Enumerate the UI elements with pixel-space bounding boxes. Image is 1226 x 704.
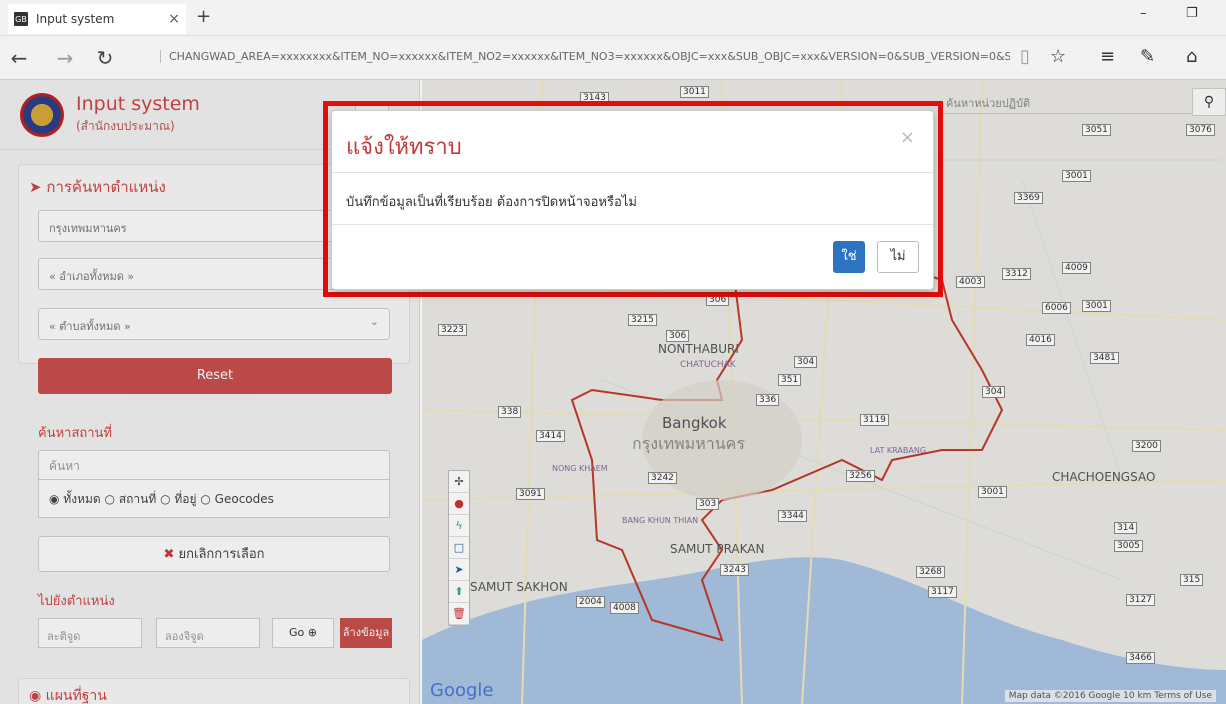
browser-tab[interactable]: GB Input system × [8, 4, 186, 34]
yes-button[interactable]: ใช่ [833, 241, 865, 273]
favicon-icon: GB [14, 12, 28, 26]
no-button[interactable]: ไม่ [877, 241, 919, 273]
dialog-footer: ใช่ ไม่ [332, 225, 933, 289]
address-bar: ← → ↻ CHANGWAD_AREA=xxxxxxxx&ITEM_NO=xxx… [0, 36, 1226, 80]
tab-title: Input system [36, 12, 115, 26]
notification-dialog: แจ้งให้ทราบ × บันทึกข้อมูลเป็นที่เรียบร้… [331, 110, 934, 290]
dialog-header: แจ้งให้ทราบ × [332, 111, 933, 173]
close-tab-icon[interactable]: × [168, 11, 180, 27]
reading-view-icon[interactable]: ▯ [1020, 46, 1030, 67]
browser-tabbar: GB Input system × + – ❐ [0, 0, 1226, 36]
back-icon[interactable]: ← [4, 46, 34, 70]
restore-button[interactable]: ❐ [1186, 6, 1198, 21]
close-icon[interactable]: × [900, 127, 915, 148]
favorite-star-icon[interactable]: ☆ [1050, 46, 1066, 67]
share-icon[interactable]: ⌂ [1186, 46, 1197, 67]
refresh-icon[interactable]: ↻ [90, 46, 120, 70]
new-tab-button[interactable]: + [196, 6, 211, 27]
web-note-icon[interactable]: ✎ [1140, 46, 1155, 67]
hub-icon[interactable]: ≡ [1100, 46, 1115, 67]
dialog-title: แจ้งให้ทราบ [346, 135, 462, 160]
minimize-button[interactable]: – [1140, 6, 1147, 21]
dialog-message: บันทึกข้อมูลเป็นที่เรียบร้อย ต้องการปิดห… [332, 173, 933, 225]
forward-icon[interactable]: → [50, 46, 80, 70]
url-field[interactable]: CHANGWAD_AREA=xxxxxxxx&ITEM_NO=xxxxxx&IT… [160, 50, 1010, 63]
